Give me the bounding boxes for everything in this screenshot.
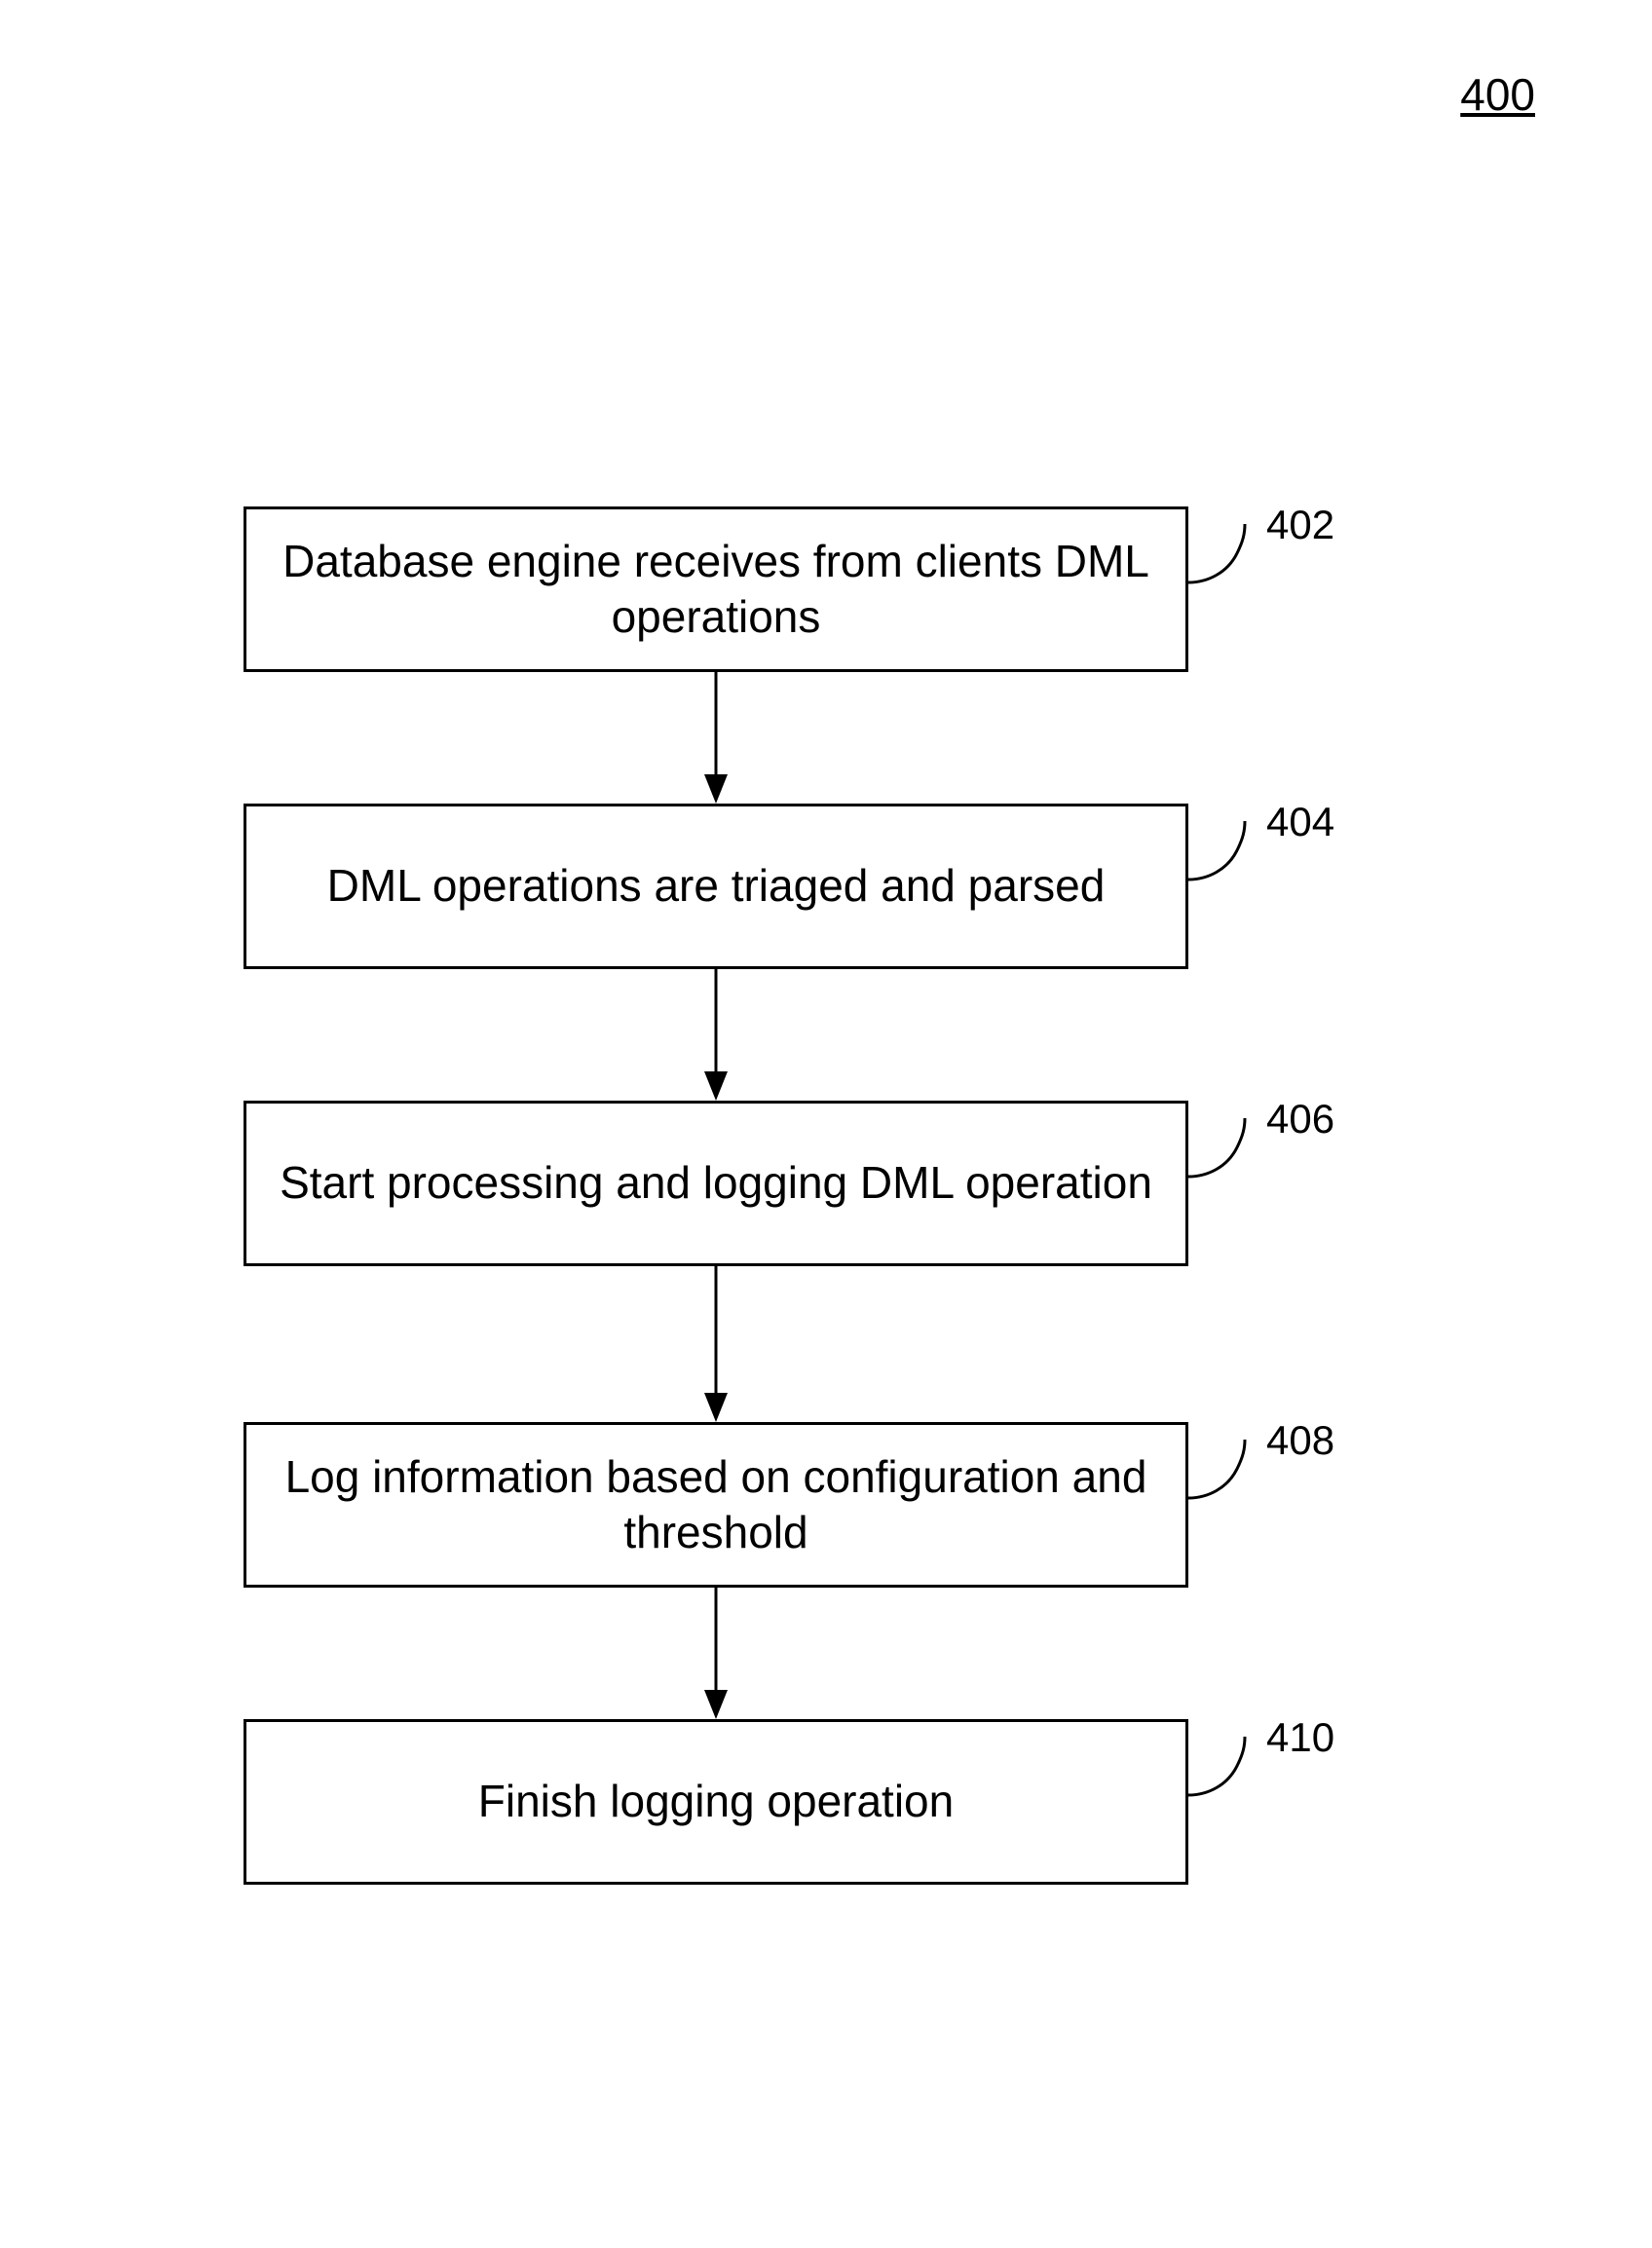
ref-label-406: 406 xyxy=(1266,1096,1334,1143)
arrow-402-to-404 xyxy=(701,672,731,804)
flowchart-canvas: 400 Database engine receives from client… xyxy=(0,0,1652,2248)
step-text: Database engine receives from clients DM… xyxy=(276,534,1156,646)
leader-line-410 xyxy=(1188,1737,1276,1795)
leader-line-404 xyxy=(1188,821,1276,880)
leader-line-408 xyxy=(1188,1440,1276,1498)
step-text: Start processing and logging DML operati… xyxy=(280,1155,1152,1212)
ref-label-404: 404 xyxy=(1266,799,1334,845)
step-box-404: DML operations are triaged and parsed xyxy=(244,804,1188,969)
arrow-406-to-408 xyxy=(701,1266,731,1422)
step-text: Finish logging operation xyxy=(478,1774,954,1830)
step-box-402: Database engine receives from clients DM… xyxy=(244,506,1188,672)
arrow-404-to-406 xyxy=(701,969,731,1101)
ref-label-408: 408 xyxy=(1266,1417,1334,1464)
leader-line-402 xyxy=(1188,524,1276,582)
figure-number: 400 xyxy=(1460,68,1535,121)
step-box-408: Log information based on configuration a… xyxy=(244,1422,1188,1588)
ref-label-402: 402 xyxy=(1266,502,1334,548)
step-text: Log information based on configuration a… xyxy=(276,1449,1156,1561)
leader-line-406 xyxy=(1188,1118,1276,1177)
step-box-410: Finish logging operation xyxy=(244,1719,1188,1885)
step-text: DML operations are triaged and parsed xyxy=(327,858,1106,915)
step-box-406: Start processing and logging DML operati… xyxy=(244,1101,1188,1266)
ref-label-410: 410 xyxy=(1266,1714,1334,1761)
arrow-408-to-410 xyxy=(701,1588,731,1719)
